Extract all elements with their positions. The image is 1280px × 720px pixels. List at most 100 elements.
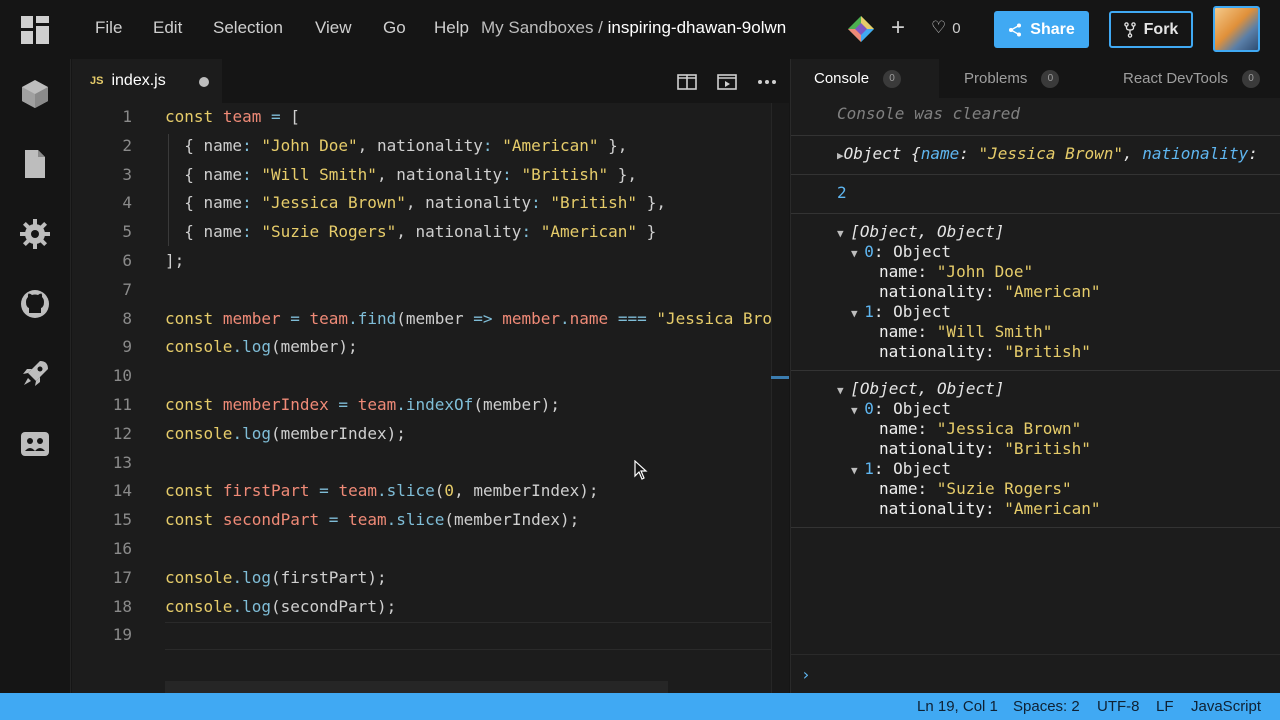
code-line[interactable]: 9 console.log(member); <box>72 337 789 365</box>
console-tree-item[interactable]: ▼ 1: Object <box>851 302 951 321</box>
sandbox-name[interactable]: inspiring-dhawan-9olwn <box>608 18 787 37</box>
code-line[interactable]: 5 { name: "Suzie Rogers", nationality: "… <box>72 222 789 250</box>
menu-go[interactable]: Go <box>383 18 406 38</box>
tab-console[interactable]: Console 0 <box>791 59 939 98</box>
code-text[interactable]: console.log(memberIndex); <box>165 424 406 443</box>
tab-filename: index.js <box>111 72 166 89</box>
console-divider <box>791 213 1280 214</box>
code-text[interactable]: console.log(firstPart); <box>165 568 387 587</box>
code-text[interactable]: { name: "Jessica Brown", nationality: "B… <box>165 193 666 212</box>
collapse-triangle-icon[interactable]: ▼ <box>837 384 850 397</box>
line-number: 16 <box>112 539 132 558</box>
code-text[interactable]: { name: "Suzie Rogers", nationality: "Am… <box>165 222 656 241</box>
fork-button[interactable]: Fork <box>1109 11 1193 48</box>
status-indentation[interactable]: Spaces: 2 <box>1013 698 1080 715</box>
more-options-icon[interactable] <box>756 71 778 93</box>
plus-button[interactable]: + <box>891 14 905 42</box>
code-text[interactable]: const team = [ <box>165 107 300 126</box>
status-encoding[interactable]: UTF-8 <box>1097 698 1140 715</box>
code-line[interactable]: 2 { name: "John Doe", nationality: "Amer… <box>72 136 789 164</box>
vertical-scrollbar[interactable] <box>771 103 789 693</box>
menu-view[interactable]: View <box>315 18 352 38</box>
tab-problems[interactable]: Problems 0 <box>939 59 1089 98</box>
code-line[interactable]: 11 const memberIndex = team.indexOf(membe… <box>72 395 789 423</box>
code-text[interactable]: console.log(secondPart); <box>165 597 396 616</box>
code-line[interactable]: 17 console.log(firstPart); <box>72 568 789 596</box>
gear-icon[interactable] <box>18 217 52 251</box>
line-number: 19 <box>112 625 132 645</box>
tab-index-js[interactable]: JS index.js <box>72 59 222 103</box>
preview-icon[interactable] <box>716 71 738 93</box>
avatar[interactable] <box>1213 6 1260 52</box>
menu-edit[interactable]: Edit <box>153 18 182 38</box>
code-line[interactable]: 16 <box>72 539 789 567</box>
breadcrumb: My Sandboxes / inspiring-dhawan-9olwn <box>481 18 786 38</box>
status-cursor-position[interactable]: Ln 19, Col 1 <box>917 698 998 715</box>
split-editor-icon[interactable] <box>676 71 698 93</box>
sandbox-template-icon[interactable] <box>846 14 876 44</box>
menu-file[interactable]: File <box>95 18 122 38</box>
code-line[interactable]: 10 <box>72 366 789 394</box>
code-line[interactable]: 18 console.log(secondPart); <box>72 597 789 625</box>
expand-triangle-icon[interactable]: ▶ <box>837 149 844 162</box>
code-line[interactable]: 14 const firstPart = team.slice(0, member… <box>72 481 789 509</box>
code-line[interactable]: 15 const secondPart = team.slice(memberIn… <box>72 510 789 538</box>
console-tree-item[interactable]: ▼ 0: Object <box>851 242 951 261</box>
code-line[interactable]: 4 { name: "Jessica Brown", nationality: … <box>72 193 789 221</box>
collapse-triangle-icon[interactable]: ▼ <box>851 247 864 260</box>
console-tree-item[interactable]: ▼ 1: Object <box>851 459 951 478</box>
code-text[interactable]: console.log(member); <box>165 337 358 356</box>
code-line[interactable]: 8 const member = team.find(member => memb… <box>72 309 789 337</box>
code-line[interactable]: 7 <box>72 280 789 308</box>
codesandbox-logo-icon[interactable] <box>20 15 50 45</box>
github-icon[interactable] <box>18 287 52 321</box>
code-text[interactable]: { name: "John Doe", nationality: "Americ… <box>165 136 627 155</box>
console-entry-first-part[interactable]: ▼ [Object, Object] <box>837 222 1004 241</box>
code-line[interactable]: 1 const team = [ <box>72 107 789 135</box>
menu-selection[interactable]: Selection <box>213 18 283 38</box>
unsaved-dot-icon[interactable] <box>199 77 209 87</box>
status-language[interactable]: JavaScript <box>1191 698 1261 715</box>
share-button[interactable]: Share <box>994 11 1089 48</box>
collapse-triangle-icon[interactable]: ▼ <box>851 404 864 417</box>
console-entry-second-part[interactable]: ▼ [Object, Object] <box>837 379 1004 398</box>
code-line[interactable]: 13 <box>72 453 789 481</box>
collapse-triangle-icon[interactable]: ▼ <box>851 307 864 320</box>
line-number: 3 <box>122 164 132 184</box>
code-text[interactable]: const secondPart = team.slice(memberInde… <box>165 510 579 529</box>
status-eol[interactable]: LF <box>1156 698 1174 715</box>
code-text[interactable]: const memberIndex = team.indexOf(member)… <box>165 395 560 414</box>
sandbox-info-icon[interactable] <box>18 77 52 111</box>
collapse-triangle-icon[interactable]: ▼ <box>851 464 864 477</box>
line-number: 18 <box>112 596 132 616</box>
line-number: 10 <box>112 366 132 386</box>
tab-console-label: Console <box>814 70 870 87</box>
tab-react-devtools[interactable]: React DevTools 0 <box>1099 59 1280 98</box>
console-output[interactable]: Console was cleared ▶Object {name: "Jess… <box>791 98 1280 654</box>
console-prop: name: "Will Smith" <box>879 322 1053 341</box>
code-text[interactable]: const member = team.find(member => membe… <box>165 309 789 328</box>
menu-help[interactable]: Help <box>434 18 469 38</box>
console-entry-object[interactable]: ▶Object {name: "Jessica Brown", national… <box>837 144 1258 163</box>
team-icon[interactable] <box>18 427 52 461</box>
code-text[interactable]: const firstPart = team.slice(0, memberIn… <box>165 481 599 500</box>
file-explorer-icon[interactable] <box>18 147 52 181</box>
code-line[interactable]: 6]; <box>72 251 789 279</box>
console-input[interactable]: › <box>791 654 1280 693</box>
code-line[interactable]: 19 <box>72 625 789 653</box>
rocket-icon[interactable] <box>18 357 52 391</box>
code-text[interactable]: ]; <box>165 251 184 270</box>
share-icon <box>1009 23 1022 36</box>
like-button[interactable]: ♡ 0 <box>931 18 961 38</box>
code-text[interactable]: { name: "Will Smith", nationality: "Brit… <box>165 165 637 184</box>
horizontal-scrollbar[interactable] <box>165 681 668 693</box>
console-tree-item[interactable]: ▼ 0: Object <box>851 399 951 418</box>
collapse-triangle-icon[interactable]: ▼ <box>837 227 850 240</box>
code-line[interactable]: 12 console.log(memberIndex); <box>72 424 789 452</box>
code-line[interactable]: 3 { name: "Will Smith", nationality: "Br… <box>72 165 789 193</box>
code-editor[interactable]: 1 const team = [2 { name: "John Doe", nat… <box>72 103 789 693</box>
breadcrumb-parent[interactable]: My Sandboxes / <box>481 18 608 37</box>
console-prop: name: "Jessica Brown" <box>879 419 1082 438</box>
line-number: 13 <box>112 452 132 472</box>
line-number: 12 <box>112 423 132 443</box>
